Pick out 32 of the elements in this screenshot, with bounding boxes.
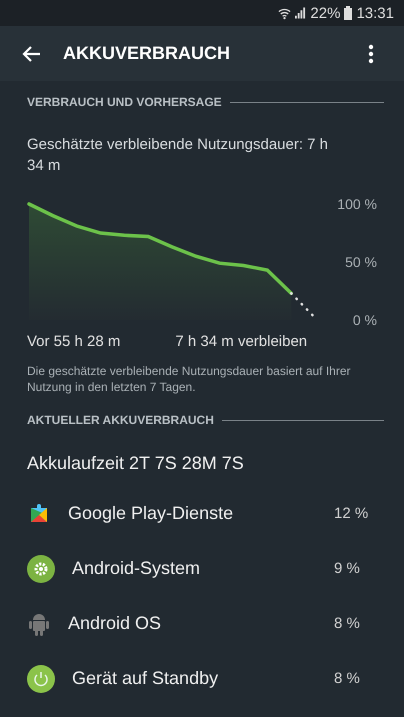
- app-row[interactable]: Gerät auf Standby 8 %: [0, 651, 404, 706]
- usage-percent: 9 %: [334, 560, 361, 577]
- usage-percent: 12 %: [334, 505, 370, 522]
- signal-icon: [295, 7, 306, 19]
- y-tick-label: 50 %: [345, 254, 377, 270]
- section-header: VERBRAUCH UND VORHERSAGE: [27, 95, 222, 109]
- estimate-text: Geschätzte verbleibende Nutzungsdauer: 7 h 34 m: [26, 135, 330, 176]
- wifi-icon: [278, 6, 292, 20]
- app-name: Gerät auf Standby: [72, 668, 220, 689]
- runtime-text: Akkulaufzeit 2T 7S 28M 7S: [26, 452, 245, 475]
- app-row[interactable]: Google Play-Dienste 12 %: [0, 486, 404, 541]
- y-tick-label: 0 %: [352, 312, 377, 328]
- power-icon: [27, 664, 55, 692]
- app-row[interactable]: Android OS 8 %: [0, 596, 404, 651]
- screen-title: AKKUVERBRAUCH: [63, 43, 232, 64]
- remaining-label: 7 h 34 m verbleiben: [175, 333, 308, 350]
- app-name: Android OS: [68, 613, 162, 634]
- section-header: AKTUELLER AKKUVERBRAUCH: [27, 413, 214, 427]
- battery-icon: [344, 6, 352, 20]
- battery-percent: 22%: [310, 4, 340, 22]
- y-tick-label: 100 %: [337, 196, 377, 212]
- app-row[interactable]: Android-System 9 %: [0, 541, 404, 596]
- usage-percent: 8 %: [334, 615, 361, 632]
- usage-percent: 8 %: [334, 670, 361, 687]
- back-arrow-icon[interactable]: [22, 44, 42, 64]
- clock: 13:31: [356, 4, 394, 22]
- note-text: Die geschätzte verbleibende Nutzungsdauer basiert auf Ihrer Nutzung in den letzten 7 Tagen.: [26, 363, 352, 396]
- start-label: Vor 55 h 28 m: [27, 333, 120, 350]
- more-options-icon[interactable]: [368, 44, 374, 64]
- app-name: Android-System: [72, 558, 202, 579]
- gear-icon: [27, 554, 55, 582]
- app-name: Google Play-Dienste: [68, 503, 234, 524]
